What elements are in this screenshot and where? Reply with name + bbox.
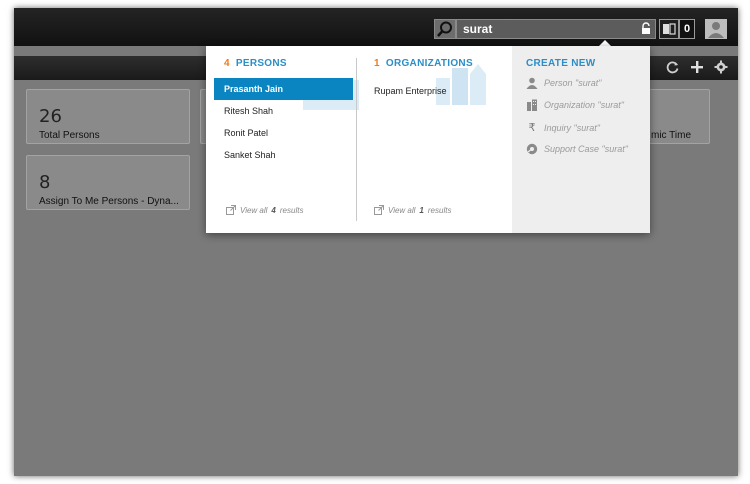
view-all-persons-link[interactable]: View all 4 results xyxy=(226,205,303,215)
organizations-count: 1 xyxy=(374,58,380,69)
lock-icon[interactable] xyxy=(641,22,651,40)
assigned-persons-tile[interactable]: 8 Assign To Me Persons - Dyna... xyxy=(26,155,190,210)
create-inquiry-option[interactable]: ₹ Inquiry "surat" xyxy=(526,121,600,134)
view-all-count: 1 xyxy=(419,205,424,215)
rupee-icon: ₹ xyxy=(528,121,536,134)
create-new-header: CREATE NEW xyxy=(526,58,596,69)
create-person-option[interactable]: Person "surat" xyxy=(526,77,601,89)
add-icon[interactable] xyxy=(690,60,704,79)
support-icon xyxy=(526,143,538,155)
user-avatar-icon[interactable] xyxy=(705,19,727,39)
external-link-icon xyxy=(226,205,236,215)
top-bar: surat 0 xyxy=(14,8,738,46)
person-result-item[interactable]: Sanket Shah xyxy=(214,144,353,166)
create-option-label: Inquiry "surat" xyxy=(544,122,600,133)
tile-label: mic Time xyxy=(651,130,691,141)
tile-label: Total Persons xyxy=(39,130,100,141)
view-all-suffix: results xyxy=(427,205,452,215)
create-option-label: Person "surat" xyxy=(544,78,602,88)
view-all-count: 4 xyxy=(271,205,276,215)
tile-label: Assign To Me Persons - Dyna... xyxy=(39,196,179,207)
notification-icon[interactable] xyxy=(659,19,679,39)
create-support-case-option[interactable]: Support Case "surat" xyxy=(526,143,628,155)
create-new-column: CREATE NEW Person "surat" Organization "… xyxy=(512,46,650,233)
view-all-suffix: results xyxy=(279,205,304,215)
persons-list: Prasanth Jain Ritesh Shah Ronit Patel Sa… xyxy=(214,78,353,166)
create-organization-option[interactable]: Organization "surat" xyxy=(526,99,624,111)
organizations-column: 1 ORGANIZATIONS Rupam Enterprise View all… xyxy=(356,58,512,221)
total-persons-tile[interactable]: 26 Total Persons xyxy=(26,89,190,144)
organizations-title: ORGANIZATIONS xyxy=(385,58,473,69)
tile-value: 8 xyxy=(39,172,51,193)
organization-icon xyxy=(527,99,537,111)
search-icon[interactable] xyxy=(434,19,456,39)
view-all-prefix: View all xyxy=(388,205,416,215)
search-query: surat xyxy=(463,22,493,36)
view-all-prefix: View all xyxy=(240,205,268,215)
person-icon xyxy=(526,77,538,89)
persons-title: PERSONS xyxy=(235,58,287,69)
create-option-label: Organization "surat" xyxy=(544,100,624,110)
refresh-icon[interactable] xyxy=(666,60,680,79)
notification-count[interactable]: 0 xyxy=(679,19,695,39)
view-all-organizations-link[interactable]: View all 1 results xyxy=(374,205,451,215)
search-results-dropdown: 4 PERSONS Prasanth Jain Ritesh Shah Ronit… xyxy=(206,46,650,233)
person-result-item[interactable]: Prasanth Jain xyxy=(214,78,353,100)
organization-result-item[interactable]: Rupam Enterprise xyxy=(374,86,447,96)
settings-gear-icon[interactable] xyxy=(714,60,728,79)
create-option-label: Support Case "surat" xyxy=(544,144,628,154)
tile-value: 26 xyxy=(39,106,62,127)
persons-column: 4 PERSONS Prasanth Jain Ritesh Shah Ronit… xyxy=(206,46,359,233)
persons-count: 4 xyxy=(224,58,230,69)
person-result-item[interactable]: Ronit Patel xyxy=(214,122,353,144)
global-search-input[interactable]: surat xyxy=(456,19,656,39)
external-link-icon xyxy=(374,205,384,215)
persons-header: 4 PERSONS xyxy=(224,58,287,69)
organizations-header: 1 ORGANIZATIONS xyxy=(374,58,473,69)
person-result-item[interactable]: Ritesh Shah xyxy=(214,100,353,122)
